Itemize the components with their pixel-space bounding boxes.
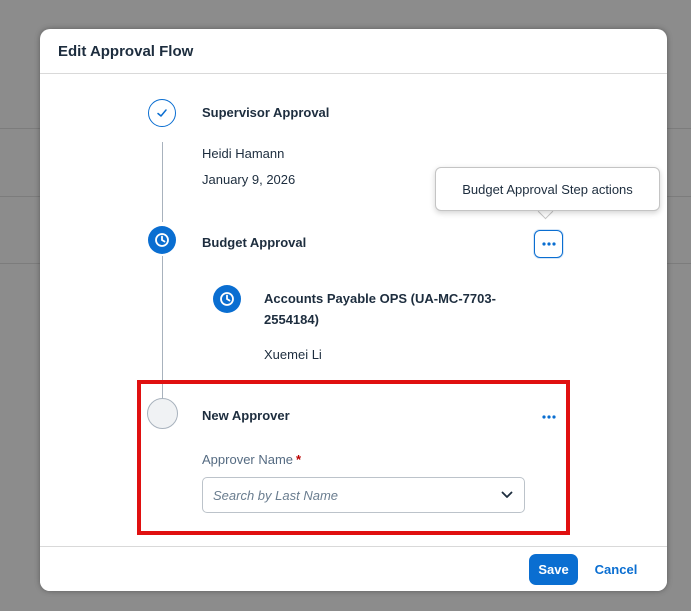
- new-approver-highlight-box: [137, 380, 570, 535]
- clock-icon: [155, 233, 169, 247]
- sub-step-title-line2: 2554184): [264, 312, 319, 327]
- edit-approval-flow-dialog: Edit Approval Flow Supervisor Approval H…: [40, 29, 667, 591]
- dialog-header: Edit Approval Flow: [40, 29, 667, 74]
- step-date: January 9, 2026: [202, 172, 296, 187]
- tooltip-text: Budget Approval Step actions: [462, 181, 633, 197]
- step-status-in-progress: [148, 226, 176, 254]
- step-approver-name: Heidi Hamann: [202, 146, 285, 161]
- timeline-connector: [162, 142, 163, 222]
- sub-step-status-in-progress: [213, 285, 241, 313]
- more-horizontal-icon: [541, 242, 556, 246]
- step-status-completed: [148, 99, 176, 127]
- step-title: Budget Approval: [202, 235, 307, 250]
- cancel-button[interactable]: Cancel: [587, 554, 645, 585]
- save-button[interactable]: Save: [529, 554, 578, 585]
- step-title: Supervisor Approval: [202, 105, 330, 120]
- dialog-footer: Save Cancel: [40, 546, 667, 591]
- budget-approval-actions-button[interactable]: [534, 230, 563, 258]
- clock-icon: [220, 292, 234, 306]
- sub-step-title-line1: Accounts Payable OPS (UA-MC-7703-: [264, 291, 496, 306]
- budget-approval-actions-tooltip: Budget Approval Step actions: [435, 167, 660, 211]
- sub-step-approver-name: Xuemei Li: [264, 347, 322, 362]
- check-icon: [157, 109, 167, 117]
- dialog-title: Edit Approval Flow: [58, 42, 194, 60]
